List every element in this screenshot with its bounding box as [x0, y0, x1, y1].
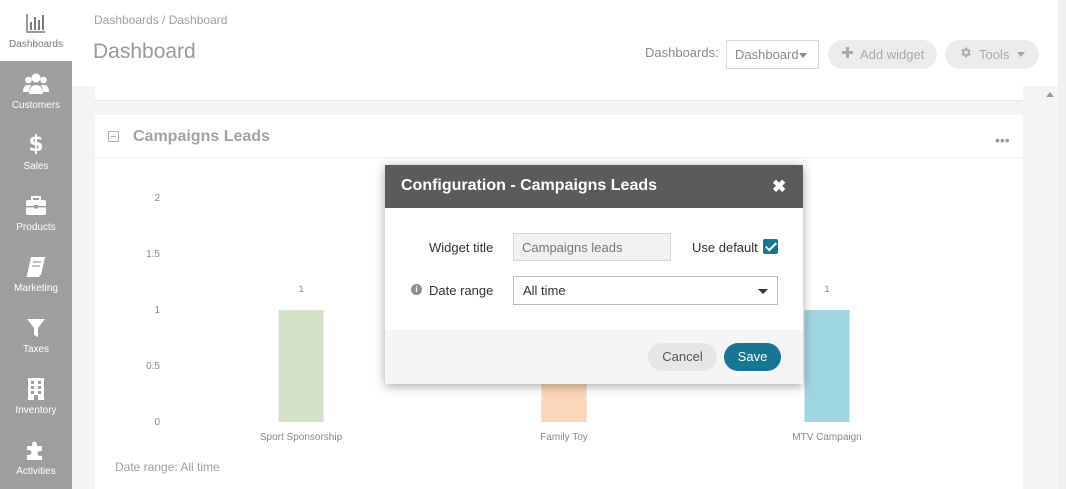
modal-header: Configuration - Campaigns Leads ✖: [385, 165, 803, 208]
bar-value-label: 1: [298, 284, 303, 294]
building-icon: [0, 377, 72, 401]
tools-button[interactable]: Tools: [945, 40, 1039, 69]
sidebar-item-label: Customers: [11, 100, 61, 111]
widget-title-label: Widget title: [429, 240, 494, 255]
sidebar-item-customers[interactable]: Customers: [0, 61, 72, 122]
sidebar-item-marketing[interactable]: Marketing: [0, 244, 72, 305]
date-range-value: All time: [523, 283, 566, 298]
dashboards-label: Dashboards:: [645, 45, 719, 60]
window-edge: [1058, 0, 1066, 489]
book-icon: [0, 255, 72, 279]
use-default-checkbox[interactable]: [763, 239, 778, 254]
collapse-icon[interactable]: [108, 131, 119, 142]
sidebar-item-taxes[interactable]: Taxes: [0, 305, 72, 366]
save-button[interactable]: Save: [724, 343, 781, 371]
date-range-select[interactable]: All time: [513, 276, 778, 305]
date-range-label: Date range: [429, 283, 494, 298]
caret-down-icon: [799, 53, 807, 58]
info-icon: i: [411, 284, 422, 295]
y-tick-label: 2: [154, 193, 160, 204]
sidebar: Dashboards Customers $ Sales Products Ma…: [0, 0, 72, 489]
date-range-note: Date range: All time: [115, 460, 220, 474]
sidebar-item-activities[interactable]: Activities: [0, 427, 72, 488]
dollar-icon: $: [28, 132, 44, 157]
sidebar-item-label: Marketing: [14, 283, 58, 294]
widget-title: Campaigns Leads: [133, 128, 270, 145]
scrollbar[interactable]: [1042, 86, 1058, 489]
bar-value-label: 1: [824, 284, 829, 294]
configuration-modal: Configuration - Campaigns Leads ✖ Widget…: [385, 165, 803, 384]
widget-title-input[interactable]: [513, 233, 671, 261]
y-tick-label: 1.5: [146, 249, 160, 260]
caret-down-icon: [758, 289, 768, 294]
users-icon: [0, 72, 72, 96]
tools-label: Tools: [979, 47, 1010, 62]
x-tick-label: Sport Sponsorship: [260, 432, 343, 443]
dashboard-select-value: Dashboard: [735, 47, 799, 62]
sidebar-item-label: Products: [16, 222, 56, 233]
add-widget-button[interactable]: Add widget: [828, 40, 937, 69]
x-tick-label: MTV Campaign: [792, 432, 861, 443]
sidebar-item-dashboards[interactable]: Dashboards: [0, 0, 72, 61]
page-header: Dashboards / Dashboard Dashboard Dashboa…: [72, 0, 1058, 86]
sidebar-item-label: Taxes: [22, 344, 50, 355]
sidebar-item-label: Sales: [23, 161, 49, 172]
briefcase-icon: [0, 194, 72, 218]
gear-icon: [959, 46, 972, 62]
y-tick-label: 0.5: [146, 361, 160, 372]
add-widget-label: Add widget: [860, 47, 925, 62]
bar-chart-icon: [0, 11, 72, 35]
breadcrumb[interactable]: Dashboards / Dashboard: [94, 13, 227, 27]
plus-icon: [842, 46, 853, 61]
sidebar-item-label: Activities: [16, 466, 56, 477]
sidebar-item-label: Inventory: [15, 405, 57, 416]
more-icon[interactable]: •••: [995, 132, 1010, 148]
previous-widget-bottom: [95, 86, 1023, 101]
widget-header: Campaigns Leads •••: [95, 115, 1023, 158]
modal-body: Widget title Use default i Date range Al…: [385, 208, 803, 330]
sidebar-item-sales[interactable]: $ Sales: [0, 122, 72, 183]
sidebar-item-products[interactable]: Products: [0, 183, 72, 244]
puzzle-icon: [0, 438, 72, 462]
use-default-label: Use default: [692, 240, 758, 255]
x-tick-label: Family Toy: [540, 432, 588, 443]
caret-down-icon: [1017, 52, 1025, 57]
modal-title: Configuration - Campaigns Leads: [401, 177, 658, 194]
sidebar-item-inventory[interactable]: Inventory: [0, 366, 72, 427]
modal-footer: Cancel Save: [385, 330, 803, 384]
sidebar-item-label: Dashboards: [9, 39, 63, 50]
scroll-up-arrow-icon[interactable]: [1046, 92, 1054, 97]
chart-bar[interactable]: [804, 310, 850, 422]
close-icon[interactable]: ✖: [772, 178, 786, 195]
dashboard-select[interactable]: Dashboard: [726, 40, 819, 69]
filter-icon: [0, 316, 72, 340]
page-title: Dashboard: [93, 40, 196, 63]
y-tick-label: 0: [154, 417, 160, 428]
y-tick-label: 1: [154, 305, 160, 316]
cancel-button[interactable]: Cancel: [648, 343, 717, 371]
chart-bar[interactable]: [278, 310, 324, 422]
